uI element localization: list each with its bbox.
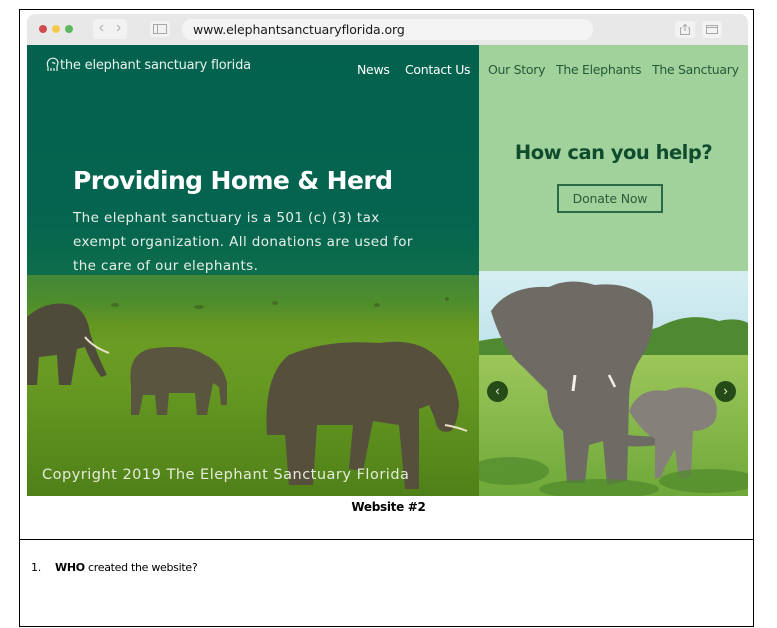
address-bar[interactable]: www.elephantsanctuaryflorida.org: [182, 19, 593, 40]
figure-caption: Website #2: [351, 500, 426, 514]
sidebar-toggle-button[interactable]: [150, 21, 170, 37]
question-emphasis: WHO: [55, 561, 85, 574]
question-item: 1. WHO created the website?: [31, 561, 198, 574]
close-window-button[interactable]: [39, 25, 47, 33]
donate-now-button[interactable]: Donate Now: [557, 184, 663, 213]
elephant-carousel: ‹ ›: [479, 271, 748, 496]
copyright-text: Copyright 2019 The Elephant Sanctuary Fl…: [42, 467, 410, 483]
tabs-icon: [706, 25, 718, 34]
url-text: www.elephantsanctuaryflorida.org: [193, 22, 405, 37]
website-page: the elephant sanctuary florida News Cont…: [27, 45, 748, 496]
carousel-next-button[interactable]: ›: [715, 381, 736, 402]
question-number: 1.: [31, 561, 41, 574]
hero-text: The elephant sanctuary is a 501 (c) (3) …: [73, 210, 413, 274]
nav-our-story[interactable]: Our Story: [488, 62, 546, 77]
chevron-right-icon[interactable]: ›: [116, 19, 121, 39]
site-logo[interactable]: the elephant sanctuary florida: [45, 57, 251, 73]
tabs-button[interactable]: [702, 21, 722, 38]
browser-toolbar: ‹ › www.elephantsanctuaryflorida.org: [27, 14, 748, 45]
nav-the-elephants[interactable]: The Elephants: [556, 62, 642, 77]
browser-window: ‹ › www.elephantsanctuaryflorida.org the…: [27, 14, 748, 496]
nav-contact-us[interactable]: Contact Us: [405, 62, 471, 77]
question-text: created the website?: [84, 561, 198, 574]
share-button[interactable]: [675, 21, 695, 38]
nav-news[interactable]: News: [357, 62, 390, 77]
logo-text: the elephant sanctuary florida: [60, 57, 251, 73]
carousel-prev-button[interactable]: ‹: [487, 381, 508, 402]
nav-the-sanctuary[interactable]: The Sanctuary: [652, 62, 739, 77]
elephant-herd-image: [27, 275, 479, 496]
history-nav: ‹ ›: [93, 19, 127, 39]
hero-panel: the elephant sanctuary florida News Cont…: [27, 45, 479, 496]
share-icon: [680, 24, 690, 35]
maximize-window-button[interactable]: [65, 25, 73, 33]
hero-title: Providing Home & Herd: [73, 166, 393, 195]
help-title: How can you help?: [514, 141, 713, 164]
minimize-window-button[interactable]: [52, 25, 60, 33]
elephant-logo-icon: [46, 57, 59, 71]
chevron-left-icon: ‹: [495, 383, 500, 398]
help-panel: Our Story The Elephants The Sanctuary Ho…: [479, 45, 748, 271]
chevron-right-icon: ›: [723, 383, 728, 398]
mother-and-calf-image: [479, 271, 748, 496]
chevron-left-icon[interactable]: ‹: [99, 19, 104, 39]
sidebar-icon: [153, 24, 167, 34]
